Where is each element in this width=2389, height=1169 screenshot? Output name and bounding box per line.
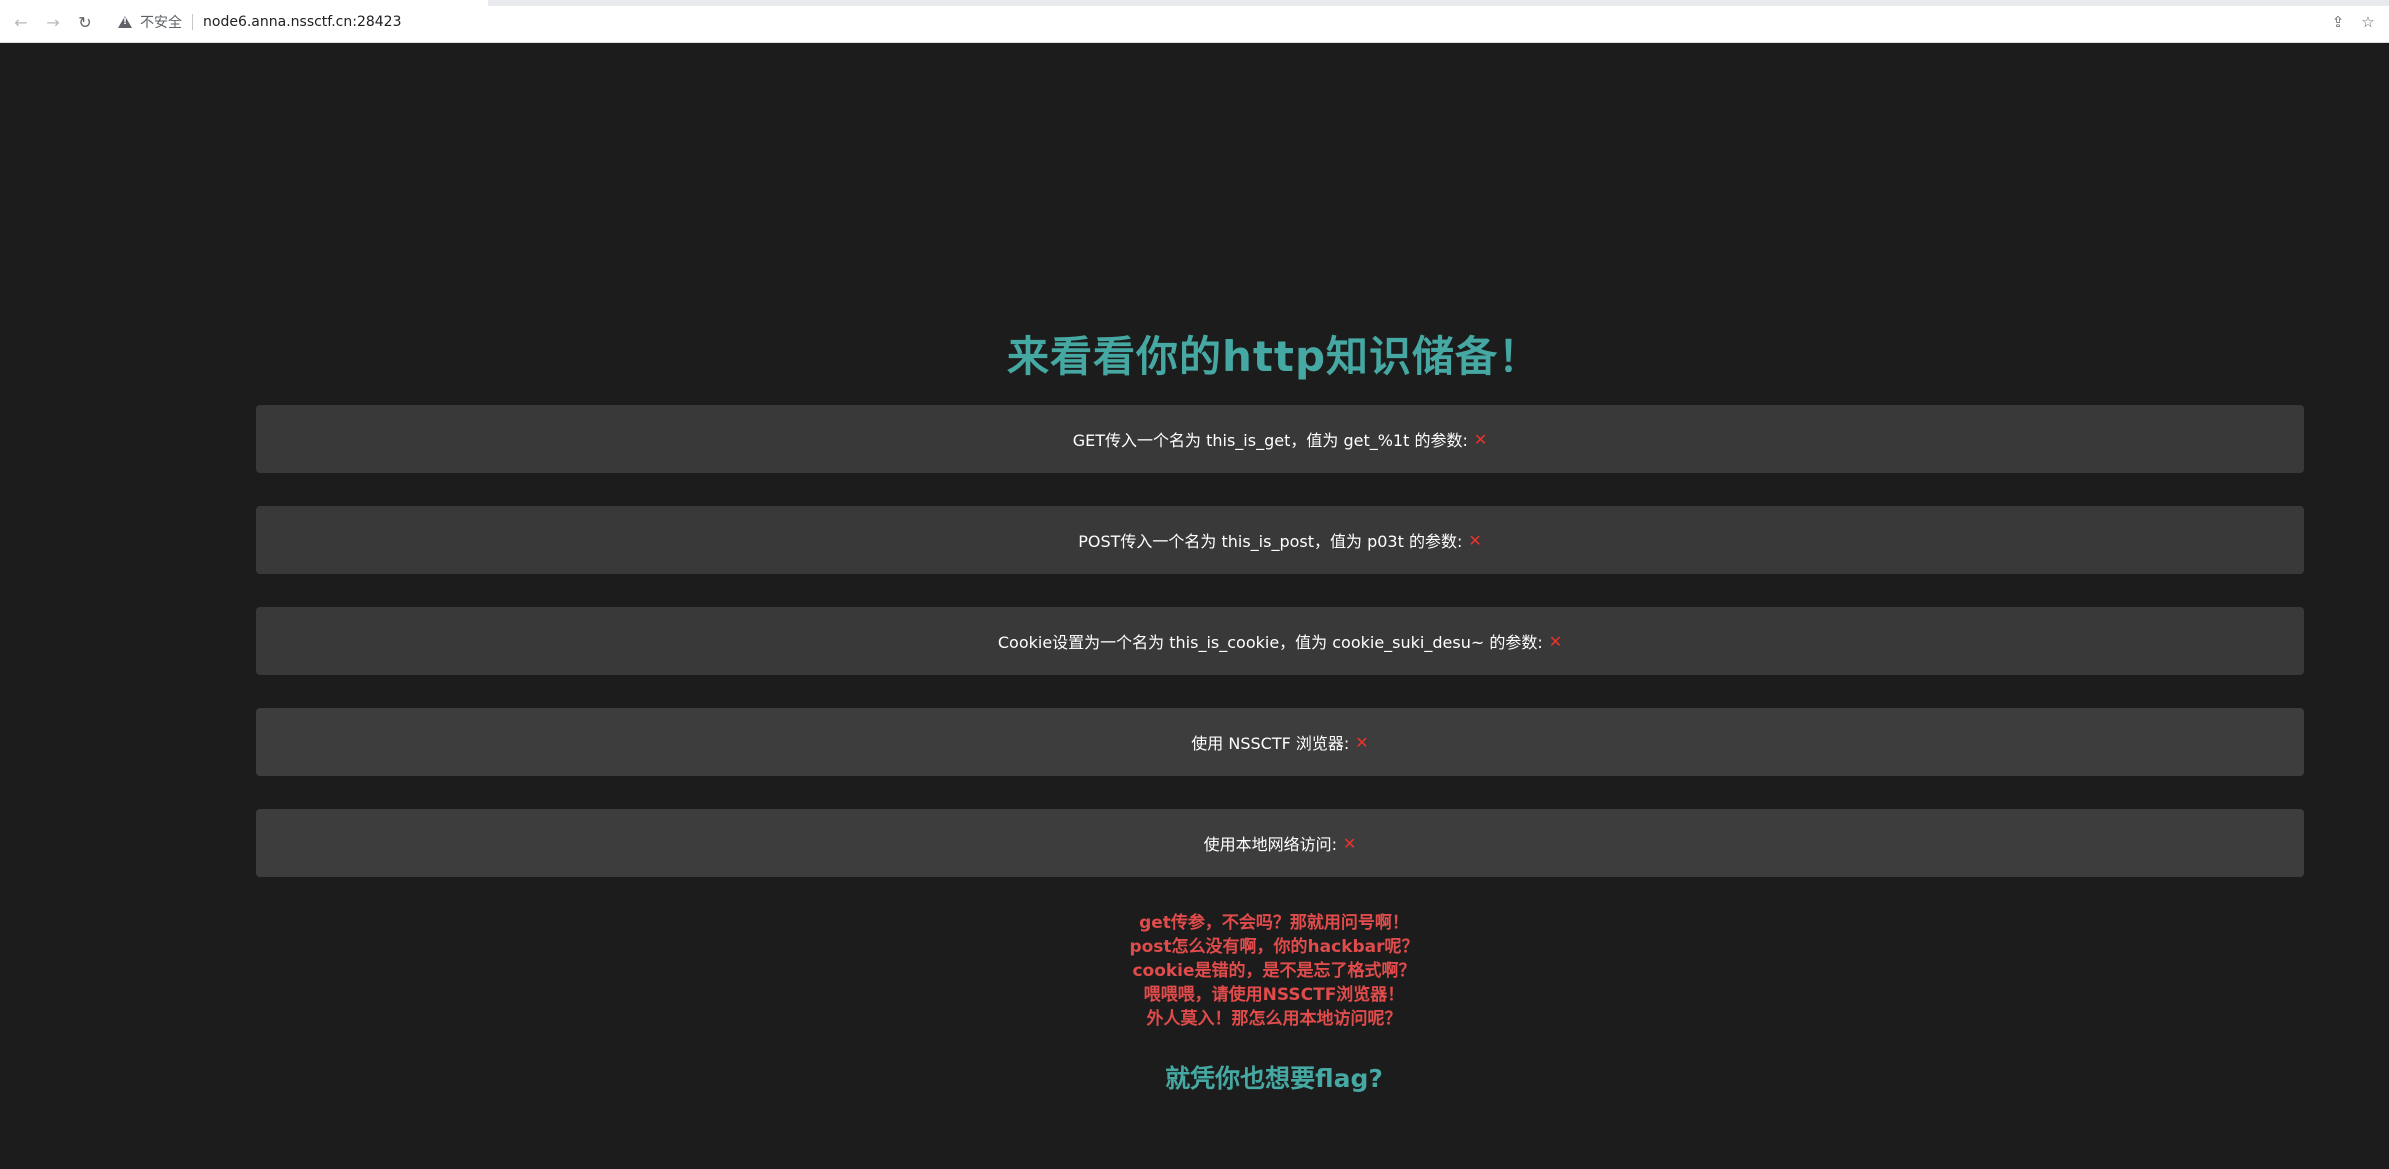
- active-tab[interactable]: [0, 0, 488, 6]
- hint-list: get传参，不会吗？那就用问号啊！ post怎么没有啊，你的hackbar呢？ …: [0, 911, 2389, 1031]
- warning-triangle-icon[interactable]: [118, 16, 132, 28]
- task-label: 使用 NSSCTF 浏览器:: [1191, 734, 1350, 753]
- security-label[interactable]: 不安全: [140, 12, 182, 32]
- task-get-param: GET传入一个名为 this_is_get，值为 get_%1t 的参数: ✕: [256, 405, 2304, 473]
- fail-icon: ✕: [1468, 530, 1482, 550]
- task-label: POST传入一个名为 this_is_post，值为 p03t 的参数:: [1078, 532, 1463, 551]
- hint-line: post怎么没有啊，你的hackbar呢？: [1129, 937, 1419, 957]
- reload-button[interactable]: ↻: [74, 11, 96, 33]
- fail-icon: ✕: [1343, 833, 1357, 853]
- task-post-param: POST传入一个名为 this_is_post，值为 p03t 的参数: ✕: [256, 506, 2304, 574]
- task-list: GET传入一个名为 this_is_get，值为 get_%1t 的参数: ✕ …: [256, 405, 2304, 910]
- tab-strip: [0, 0, 2389, 6]
- hint-line: get传参，不会吗？那就用问号啊！: [1139, 913, 1409, 933]
- arrow-right-icon: →: [46, 12, 60, 32]
- page-title: 来看看你的http知识储备！: [1006, 332, 1542, 381]
- star-icon: ☆: [2361, 13, 2375, 31]
- bookmark-button[interactable]: ☆: [2357, 11, 2379, 33]
- page-content: 来看看你的http知识储备！ GET传入一个名为 this_is_get，值为 …: [0, 43, 2389, 1169]
- forward-button[interactable]: →: [42, 11, 64, 33]
- address-separator: [192, 14, 193, 30]
- hint-line: 外人莫入！那怎么用本地访问呢？: [1146, 1009, 1402, 1029]
- fail-icon: ✕: [1548, 631, 1563, 651]
- fail-icon: ✕: [1473, 429, 1488, 449]
- url-text[interactable]: node6.anna.nssctf.cn:28423: [203, 14, 401, 30]
- task-label: GET传入一个名为 this_is_get，值为 get_%1t 的参数:: [1072, 431, 1468, 450]
- task-local-access: 使用本地网络访问: ✕: [256, 809, 2304, 877]
- share-icon: ⇪: [2331, 13, 2345, 31]
- fail-icon: ✕: [1355, 732, 1369, 752]
- task-label: Cookie设置为一个名为 this_is_cookie，值为 cookie_s…: [997, 633, 1543, 652]
- address-bar[interactable]: 不安全 node6.anna.nssctf.cn:28423: [108, 8, 2348, 36]
- arrow-left-icon: ←: [14, 12, 28, 32]
- back-button[interactable]: ←: [10, 11, 32, 33]
- hint-line: cookie是错的，是不是忘了格式啊？: [1132, 961, 1416, 981]
- task-cookie: Cookie设置为一个名为 this_is_cookie，值为 cookie_s…: [256, 607, 2304, 675]
- flag-taunt: 就凭你也想要flag?: [1165, 1064, 1383, 1093]
- task-label: 使用本地网络访问:: [1203, 835, 1337, 854]
- hint-line: 喂喂喂，请使用NSSCTF浏览器！: [1143, 985, 1405, 1005]
- task-user-agent: 使用 NSSCTF 浏览器: ✕: [256, 708, 2304, 776]
- share-button[interactable]: ⇪: [2327, 11, 2349, 33]
- browser-toolbar: ← → ↻ 不安全 node6.anna.nssctf.cn:28423 ⇪ ☆: [0, 0, 2389, 43]
- reload-icon: ↻: [78, 12, 92, 32]
